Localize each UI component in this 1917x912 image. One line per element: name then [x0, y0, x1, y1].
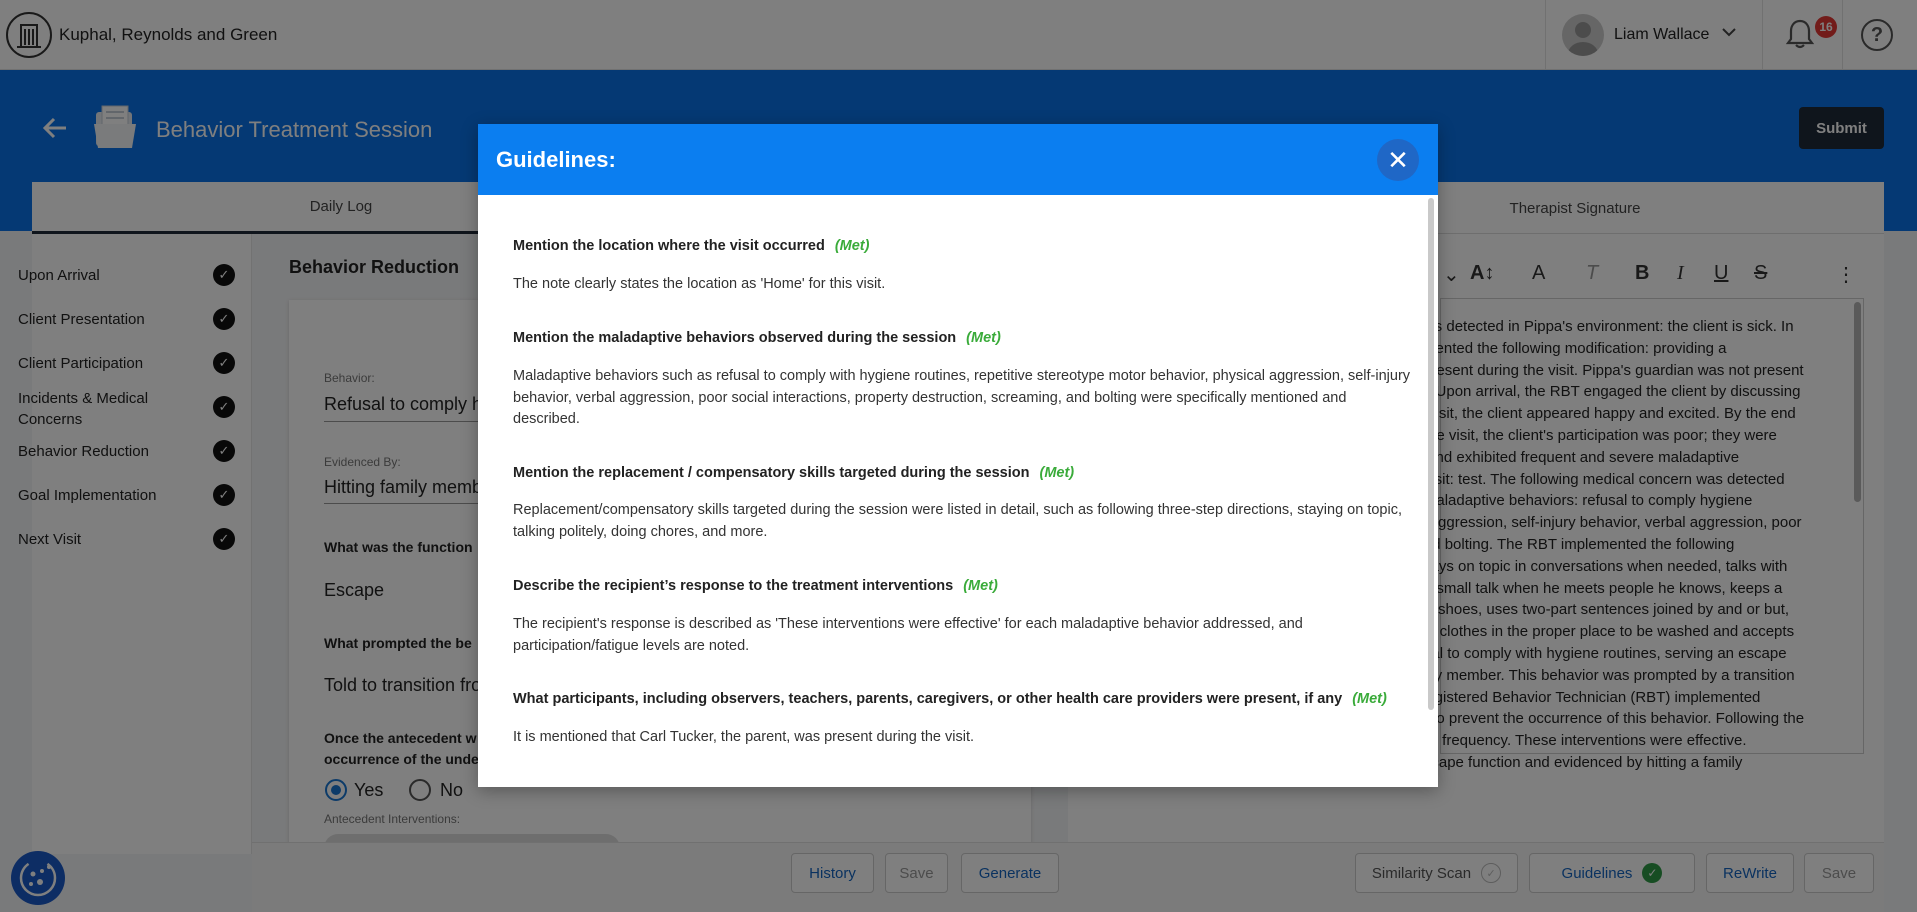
modal-title: Guidelines:	[496, 147, 616, 172]
met-status: (Met)	[1039, 465, 1075, 481]
guideline-title-text: Mention the replacement / compensatory s…	[513, 465, 1030, 481]
guideline-title-text: Mention the location where the visit occ…	[513, 238, 825, 254]
guideline-title-text: What participants, including observers, …	[513, 691, 1343, 707]
guideline-title: What participants, including observers, …	[513, 691, 1387, 707]
guideline-desc: The recipient's response is described as…	[513, 616, 1303, 654]
guideline-desc: It is mentioned that Carl Tucker, the pa…	[513, 729, 975, 745]
met-status: (Met)	[834, 238, 870, 254]
guideline-desc: Replacement/compensatory skills targeted…	[513, 502, 1402, 540]
guideline-title: Mention the replacement / compensatory s…	[513, 465, 1074, 481]
met-status: (Met)	[963, 578, 998, 594]
guideline-title: Describe the recipient’s response to the…	[513, 578, 998, 594]
met-status: (Met)	[966, 330, 1001, 346]
guideline-title: Mention the location where the visit occ…	[513, 238, 869, 254]
modal-scrollbar[interactable]	[1428, 198, 1434, 710]
met-status: (Met)	[1352, 691, 1387, 707]
guideline-title: Mention the maladaptive behaviors observ…	[513, 330, 1001, 346]
close-icon[interactable]: ✕	[1377, 139, 1419, 181]
guideline-title-text: Describe the recipient’s response to the…	[513, 578, 954, 594]
guideline-title-text: Mention the maladaptive behaviors observ…	[513, 330, 957, 346]
guideline-desc: The note clearly states the location as …	[513, 276, 886, 292]
guideline-desc: Maladaptive behaviors such as refusal to…	[513, 368, 1411, 427]
guidelines-modal: Guidelines: ✕ Mention the location where…	[478, 124, 1438, 787]
modal-header: Guidelines: ✕	[478, 124, 1438, 195]
